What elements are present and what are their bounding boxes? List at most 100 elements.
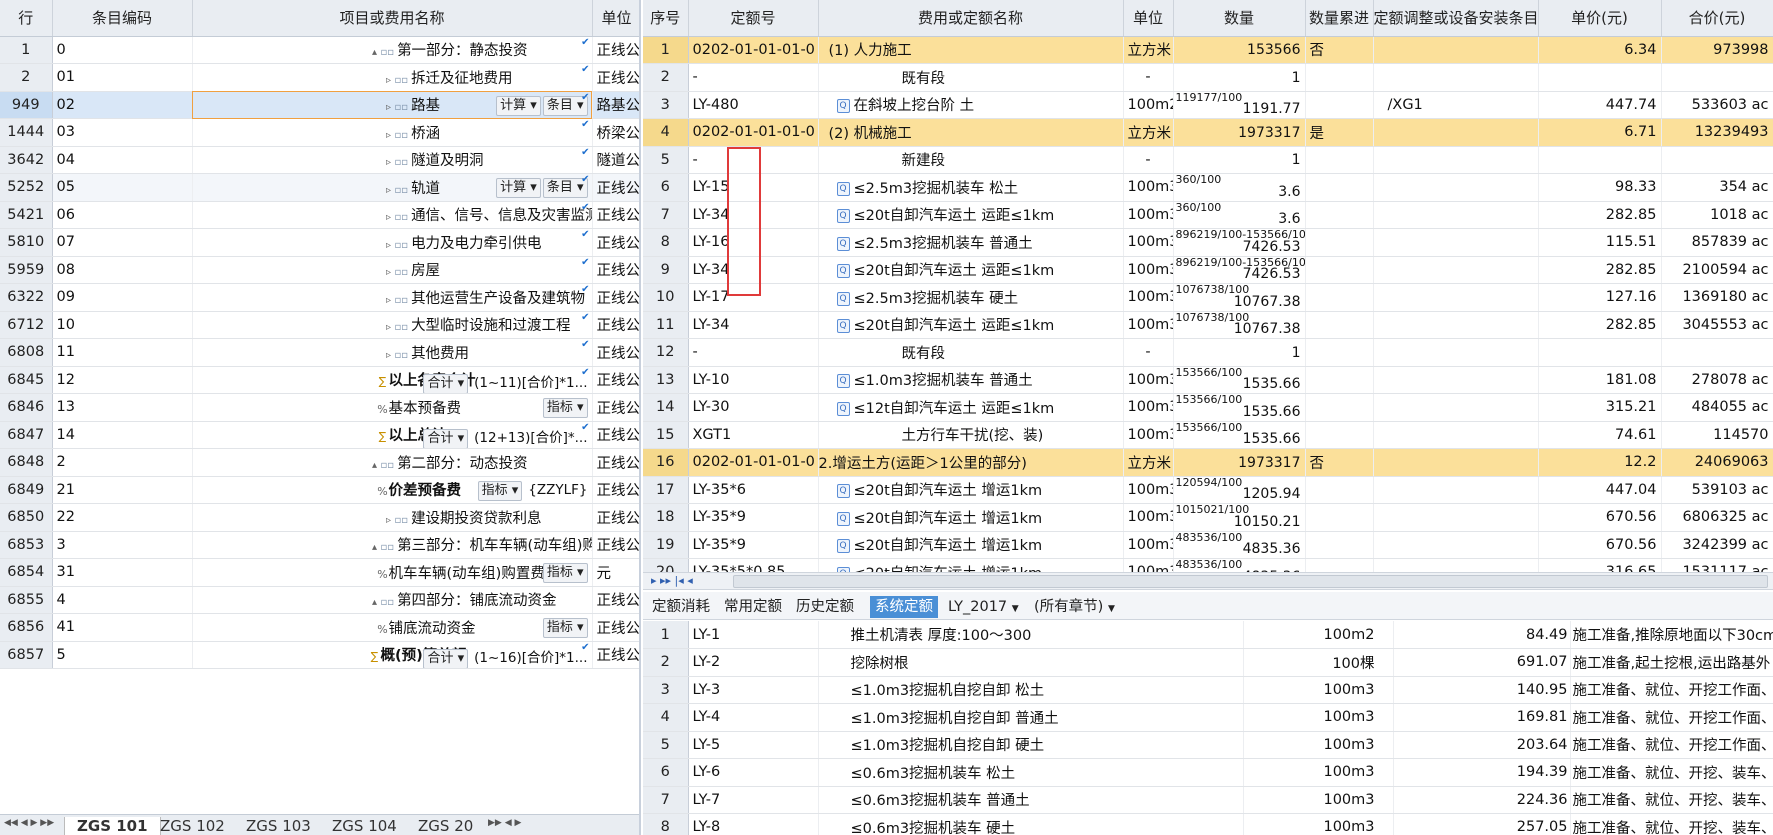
- quota-code[interactable]: -: [688, 338, 819, 367]
- item-unit[interactable]: 正线公: [592, 311, 639, 339]
- item-code[interactable]: 03: [52, 118, 193, 147]
- item-code[interactable]: 10: [52, 311, 193, 339]
- col-header-total[interactable]: 合价(元): [1661, 0, 1773, 37]
- table-row[interactable]: 13LY-10Q≤1.0m3挖掘机装车 普通土100m3153566/10015…: [643, 366, 1773, 394]
- quantity-cell[interactable]: 153566: [1173, 36, 1306, 64]
- item-name-cell[interactable]: ▹ ▫▫ 通信、信号、信息及灾害监测 ✔: [192, 201, 593, 229]
- table-row[interactable]: 6850 22 ▹ ▫▫ 建设期投资贷款利息 正线公: [0, 503, 639, 532]
- table-row[interactable]: 6854 31 %机车车辆(动车组)购置费 指标 ▾ 元: [0, 558, 639, 587]
- item-name-cell[interactable]: ▴▫▫第三部分：机车车辆(动车组)购置费: [192, 531, 593, 559]
- quota-code[interactable]: LY-35*6: [688, 476, 819, 504]
- qty-accumulate[interactable]: [1305, 63, 1374, 92]
- unit[interactable]: 100m3: [1123, 256, 1174, 284]
- expand-icon[interactable]: ▹: [383, 75, 395, 86]
- col-header-name[interactable]: 项目或费用名称: [192, 0, 593, 37]
- table-row[interactable]: 5421 06 ▹ ▫▫ 通信、信号、信息及灾害监测 ✔ 正线公: [0, 201, 639, 229]
- quota-code[interactable]: LY-480: [688, 91, 819, 119]
- unit[interactable]: 100m3: [1123, 228, 1174, 257]
- unit[interactable]: -: [1123, 63, 1174, 92]
- adjust-item[interactable]: [1373, 366, 1539, 394]
- col-header-unit[interactable]: 单位: [1123, 0, 1174, 37]
- tab-history-quota[interactable]: 历史定额: [791, 596, 859, 618]
- qty-accumulate[interactable]: [1305, 503, 1374, 532]
- item-unit[interactable]: 正线公: [592, 393, 639, 422]
- unit[interactable]: -: [1123, 146, 1174, 174]
- item-name-cell[interactable]: ▹ ▫▫ 轨道 计算 ▾ 条目 ▾ ✔: [192, 173, 593, 202]
- adjust-item[interactable]: [1373, 503, 1539, 532]
- calc-method-button[interactable]: 指标 ▾: [542, 398, 588, 418]
- quota-name[interactable]: ≤1.0m3挖掘机自挖自卸 硬土: [818, 731, 1244, 759]
- item-code[interactable]: 09: [52, 283, 193, 312]
- item-unit[interactable]: 正线公: [592, 173, 639, 202]
- fee-name-cell[interactable]: Q ≤12t自卸汽车运土 运距≤1km: [818, 393, 1124, 422]
- qty-accumulate[interactable]: [1305, 228, 1374, 257]
- item-unit[interactable]: 正线公: [592, 366, 639, 394]
- col-header-price[interactable]: 单价(元): [1538, 0, 1662, 37]
- table-row[interactable]: 1444 03 ▹ ▫▫ 桥涵 ✔ 桥梁公: [0, 118, 639, 147]
- quota-code[interactable]: LY-8: [688, 813, 819, 835]
- chapter-select[interactable]: (所有章节) ▼: [1029, 596, 1120, 618]
- library-select[interactable]: LY_2017 ▼: [943, 596, 1024, 618]
- fee-name-cell[interactable]: Q ≤2.5m3挖掘机装车 松土: [818, 173, 1124, 202]
- qty-accumulate[interactable]: [1305, 421, 1374, 449]
- item-unit[interactable]: 正线公: [592, 283, 639, 312]
- quantity-cell[interactable]: 1973317: [1173, 118, 1306, 147]
- item-name-cell[interactable]: ▹ ▫▫ 路基 计算 ▾ 条目 ▾ ✔: [192, 91, 593, 119]
- unit[interactable]: 立方米: [1123, 36, 1174, 64]
- collapse-icon[interactable]: ▴: [369, 542, 381, 553]
- unit[interactable]: -: [1123, 338, 1174, 367]
- table-row[interactable]: 9LY-34Q≤20t自卸汽车运土 运距≤1km100m3896219/100-…: [643, 256, 1773, 284]
- item-unit[interactable]: 正线公: [592, 641, 639, 669]
- table-row[interactable]: 68533▴▫▫第三部分：机车车辆(动车组)购置费正线公: [0, 531, 639, 559]
- unit[interactable]: 100m3: [1123, 311, 1174, 339]
- list-item[interactable]: 5 LY-5 ≤1.0m3挖掘机自挖自卸 硬土 100m3 203.64 施工准备、就位、…: [643, 731, 1773, 759]
- table-row[interactable]: 6LY-15Q≤2.5m3挖掘机装车 松土100m3360/1003.698.3…: [643, 173, 1773, 202]
- col-header-adjust[interactable]: 定额调整或设备安装条目: [1373, 0, 1539, 37]
- qty-accumulate[interactable]: 是: [1305, 118, 1374, 147]
- quota-icon[interactable]: Q: [836, 319, 850, 334]
- calc-method-button[interactable]: 合计 ▾: [423, 428, 469, 448]
- item-unit[interactable]: 正线公: [592, 228, 639, 257]
- item-code[interactable]: 41: [52, 613, 193, 642]
- item-unit[interactable]: 桥梁公: [592, 118, 639, 147]
- calc-method-button[interactable]: 合计 ▾: [423, 373, 469, 393]
- calc-method-button[interactable]: 计算 ▾: [496, 95, 541, 116]
- quota-icon[interactable]: Q: [836, 374, 850, 389]
- qty-accumulate[interactable]: [1305, 311, 1374, 339]
- scroll-thumb[interactable]: [733, 575, 1768, 588]
- quantity-cell[interactable]: 360/100 3.6: [1173, 173, 1306, 202]
- quota-code[interactable]: LY-1: [688, 621, 819, 649]
- fee-name-cell[interactable]: Q ≤2.5m3挖掘机装车 普通土: [818, 228, 1124, 257]
- quota-name[interactable]: ≤1.0m3挖掘机自挖自卸 松土: [818, 676, 1244, 704]
- tab-quota-consume[interactable]: 定额消耗: [647, 596, 715, 618]
- quota-name[interactable]: ≤0.6m3挖掘机装车 松土: [818, 758, 1244, 787]
- item-name-cell[interactable]: ▹ ▫▫ 电力及电力牵引供电 ✔: [192, 228, 593, 257]
- quantity-cell[interactable]: 119177/100 1191.77: [1173, 91, 1306, 119]
- unit[interactable]: 100m3: [1123, 283, 1174, 312]
- list-item[interactable]: 3 LY-3 ≤1.0m3挖掘机自挖自卸 松土 100m3 140.95 施工准备、就位、…: [643, 676, 1773, 704]
- unit[interactable]: 立方米: [1123, 448, 1174, 477]
- table-row[interactable]: 6808 11 ▹ ▫▫ 其他费用 ✔ 正线公: [0, 338, 639, 367]
- list-item[interactable]: 7 LY-7 ≤0.6m3挖掘机装车 普通土 100m3 224.36 施工准备、就位、开…: [643, 786, 1773, 814]
- quota-code[interactable]: 0202-01-01-01-0: [688, 118, 819, 147]
- quantity-cell[interactable]: 483536/1004835.36: [1173, 531, 1306, 559]
- table-row[interactable]: 5252 05 ▹ ▫▫ 轨道 计算 ▾ 条目 ▾ ✔ 正线公: [0, 173, 639, 202]
- unit[interactable]: 100m3: [1123, 476, 1174, 504]
- item-code[interactable]: 31: [52, 558, 193, 587]
- item-code[interactable]: 5: [52, 641, 193, 669]
- fee-name-cell[interactable]: 既有段: [818, 63, 1124, 92]
- quota-code[interactable]: LY-34: [688, 311, 819, 339]
- sheet-tab-zgs102[interactable]: ZGS 102: [148, 817, 237, 835]
- expand-icon[interactable]: ▹: [383, 185, 395, 196]
- expand-icon[interactable]: ▹: [383, 130, 395, 141]
- item-code[interactable]: 14: [52, 421, 193, 449]
- table-row[interactable]: 8LY-16Q≤2.5m3挖掘机装车 普通土100m3896219/100-15…: [643, 228, 1773, 257]
- item-code[interactable]: 02: [52, 91, 193, 119]
- quota-code[interactable]: LY-17: [688, 283, 819, 312]
- item-code[interactable]: 3: [52, 531, 193, 559]
- unit[interactable]: 100m3: [1123, 173, 1174, 202]
- calc-method-button[interactable]: 指标 ▾: [542, 618, 588, 638]
- expand-icon[interactable]: ▹: [383, 102, 395, 113]
- quota-icon[interactable]: Q: [836, 539, 850, 554]
- quantity-cell[interactable]: 1973317: [1173, 448, 1306, 477]
